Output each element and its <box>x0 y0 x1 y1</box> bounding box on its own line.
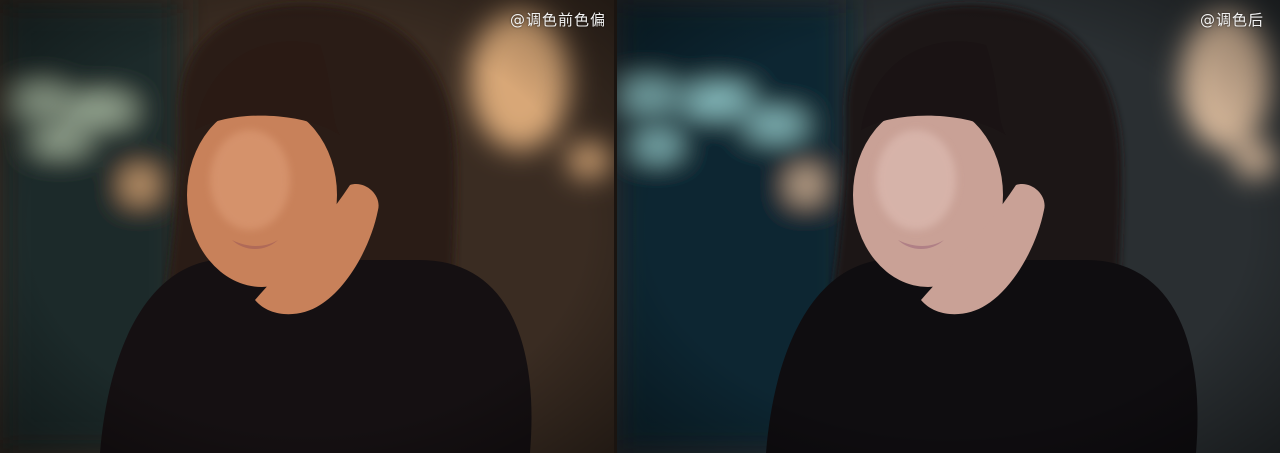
vignette <box>0 0 616 453</box>
after-photo <box>616 0 1280 453</box>
vignette <box>616 0 1280 453</box>
panel-divider <box>614 0 617 453</box>
before-photo <box>0 0 616 453</box>
after-caption: @调色后 <box>1199 11 1264 29</box>
before-photo-panel: @调色前色偏 <box>0 0 616 453</box>
before-caption: @调色前色偏 <box>509 11 606 29</box>
after-photo-panel: @调色后 <box>616 0 1280 453</box>
